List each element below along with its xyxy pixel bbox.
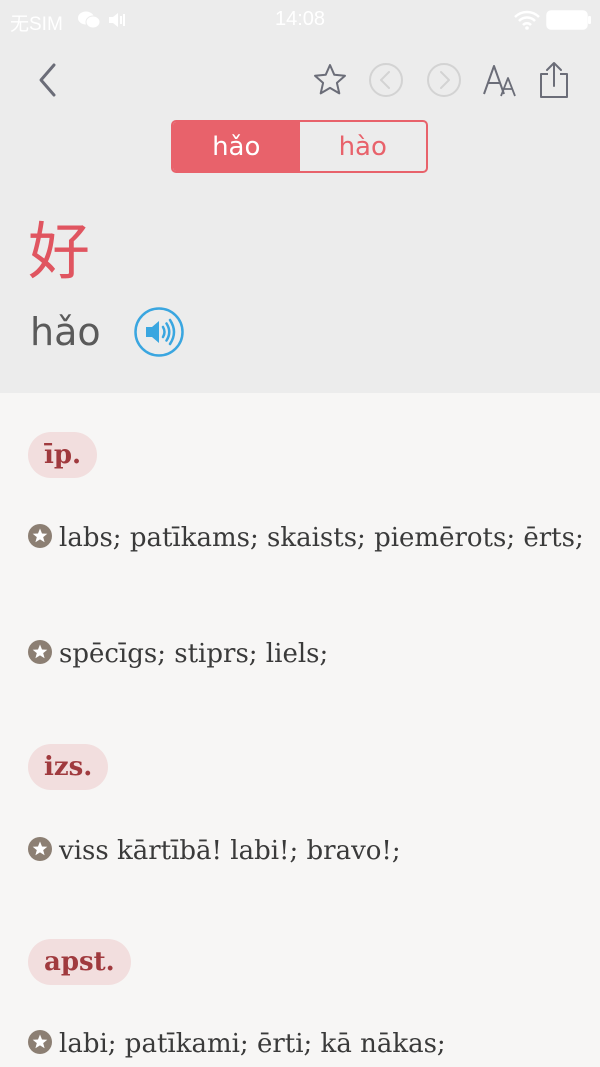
back-button[interactable]	[30, 60, 66, 100]
star-badge-icon	[28, 1030, 52, 1054]
star-badge-icon	[28, 524, 52, 548]
headword-character: 好	[28, 215, 91, 288]
previous-entry-button[interactable]	[366, 60, 406, 100]
share-icon	[540, 62, 568, 98]
star-outline-icon	[314, 64, 346, 95]
circle-chevron-left-icon	[369, 63, 403, 97]
definition-text: labi; patīkami; ērti; kā nākas;	[59, 1029, 446, 1059]
font-size-icon	[483, 65, 516, 97]
reading-option-hao4[interactable]: hào	[300, 122, 427, 171]
definition-text: spēcīgs; stiprs; liels;	[59, 639, 329, 669]
battery-icon	[546, 10, 592, 35]
pos-tag: apst.	[28, 939, 131, 985]
reading-option-hao3[interactable]: hǎo	[173, 122, 300, 171]
definition-text: labs; patīkams; skaists; piemērots; ērts…	[59, 523, 584, 553]
definition-text: viss kārtībā! labi!; bravo!;	[59, 836, 401, 866]
reading-selector: hǎo hào	[171, 120, 428, 173]
status-bar: 无SIM 14:08	[0, 0, 600, 40]
star-badge-icon	[28, 837, 52, 861]
circle-chevron-right-icon	[427, 63, 461, 97]
wifi-icon	[514, 10, 540, 35]
chevron-left-icon	[39, 63, 56, 97]
headword-pinyin: hǎo	[30, 310, 101, 354]
font-size-button[interactable]	[480, 58, 520, 102]
next-entry-button[interactable]	[424, 60, 464, 100]
clock: 14:08	[274, 8, 326, 30]
star-badge-icon	[28, 640, 52, 664]
share-button[interactable]	[534, 58, 574, 102]
pos-tag: izs.	[28, 744, 109, 790]
pos-tag: īp.	[28, 432, 98, 478]
speaker-icon	[134, 307, 184, 357]
favorite-button[interactable]	[310, 60, 350, 100]
play-audio-button[interactable]	[133, 306, 185, 358]
